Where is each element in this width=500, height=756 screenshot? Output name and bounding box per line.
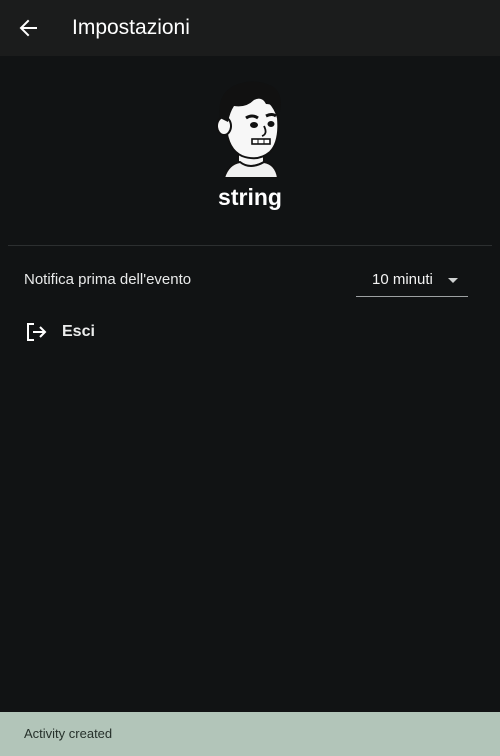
page-title: Impostazioni [72,16,190,39]
divider [8,245,492,246]
notification-time-select[interactable]: 10 minuti [356,264,468,297]
arrow-left-icon [19,19,37,37]
avatar [212,78,288,179]
snackbar: Activity created [0,712,500,756]
logout-label: Esci [62,323,95,340]
settings-screen: Impostazioni string Notifica prima dell'… [0,0,500,756]
caret-down-icon [448,278,458,283]
app-bar: Impostazioni [0,0,500,56]
cartoon-avatar-icon [216,81,281,179]
back-button[interactable] [14,14,42,42]
snackbar-message: Activity created [24,726,113,741]
notification-label: Notifica prima dell'evento [24,271,192,288]
logout-button[interactable]: Esci [20,318,220,346]
username: string [218,184,282,210]
logout-icon [27,323,47,341]
notification-time-value: 10 minuti [372,271,433,288]
